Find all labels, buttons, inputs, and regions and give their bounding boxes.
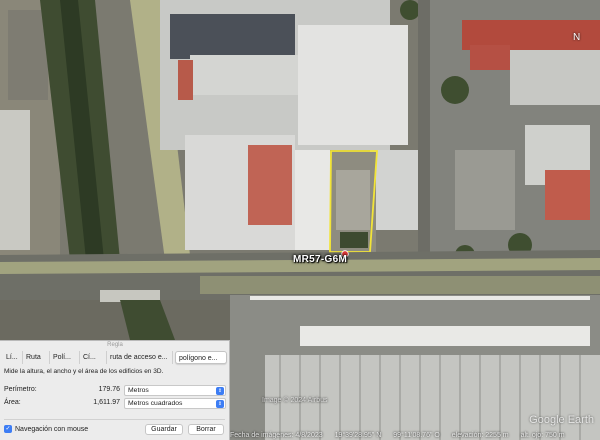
perimeter-value: 179.76 xyxy=(98,386,120,393)
area-unit-value: Metros cuadrados xyxy=(128,400,183,407)
tab-3d-polygon[interactable]: polígono e... xyxy=(175,351,227,364)
perimeter-label: Perímetro: xyxy=(4,386,37,393)
area-row: Área: 1,611.97 Metros cuadrados ⇕ xyxy=(4,398,226,409)
area-unit-select[interactable]: Metros cuadrados ⇕ xyxy=(124,398,226,409)
google-earth-watermark: Google Earth xyxy=(529,414,594,426)
mouse-navigation-toggle[interactable]: ✓ Navegación con mouse xyxy=(4,425,88,433)
chevron-updown-icon: ⇕ xyxy=(216,387,224,395)
tab-3d-path[interactable]: ruta de acceso e... xyxy=(107,351,173,364)
save-button[interactable]: Guardar xyxy=(145,424,183,435)
imagery-date: Fecha de imágenes: 4/8/2023 xyxy=(230,432,323,439)
imagery-copyright: Image © 2024 Airbus xyxy=(262,397,328,404)
ruler-dialog: Regla Lí... Ruta Polí... Cí... ruta de a… xyxy=(0,340,230,440)
placemark-label[interactable]: MR57-G6M xyxy=(293,254,347,265)
longitude-readout: 99°11'08.76" O xyxy=(393,432,440,439)
perimeter-row: Perímetro: 179.76 Metros ⇕ xyxy=(4,385,226,396)
tab-path[interactable]: Ruta xyxy=(23,351,50,364)
area-value: 1,611.97 xyxy=(93,399,120,406)
tab-circle[interactable]: Cí... xyxy=(80,351,107,364)
tab-polygon[interactable]: Polí... xyxy=(50,351,80,364)
measurement-tabs: Lí... Ruta Polí... Cí... ruta de acceso … xyxy=(3,351,227,364)
dialog-title: Regla xyxy=(107,342,123,348)
divider xyxy=(4,419,225,420)
clear-button[interactable]: Borrar xyxy=(188,424,224,435)
mouse-navigation-label: Navegación con mouse xyxy=(15,425,89,433)
perimeter-unit-select[interactable]: Metros ⇕ xyxy=(124,385,226,396)
compass-icon[interactable]: N xyxy=(573,32,580,43)
perimeter-unit-value: Metros xyxy=(128,387,149,394)
area-label: Área: xyxy=(4,399,21,406)
checkmark-icon[interactable]: ✓ xyxy=(4,425,12,433)
map-status-bar: Fecha de imágenes: 4/8/2023 19°39'28.95"… xyxy=(230,432,600,440)
instructions-text: Mide la altura, el ancho y el área de lo… xyxy=(4,368,164,375)
eye-altitude-readout: alt. ojo: 750 m xyxy=(520,432,565,439)
latitude-readout: 19°39'28.95" N xyxy=(334,432,382,439)
tab-line[interactable]: Lí... xyxy=(3,351,23,364)
elevation-readout: elevación: 2255 m xyxy=(451,432,509,439)
chevron-updown-icon: ⇕ xyxy=(216,400,224,408)
